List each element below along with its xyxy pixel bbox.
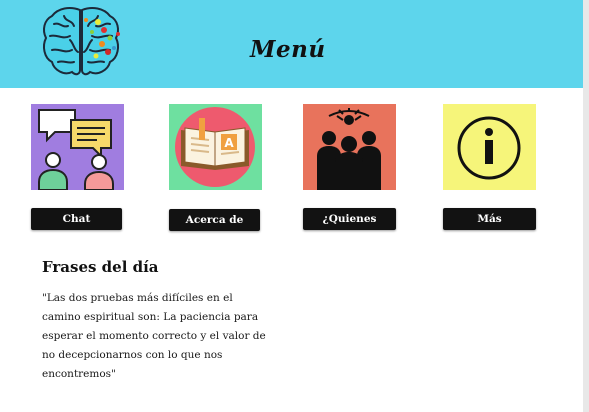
svg-text:A: A xyxy=(224,136,234,150)
info-icon[interactable] xyxy=(443,104,536,190)
phrases-title: Frases del día xyxy=(42,258,159,276)
window-edge xyxy=(583,0,589,412)
header-bar: Menú xyxy=(0,0,583,88)
book-icon[interactable]: A xyxy=(169,104,262,190)
acerca-de-button[interactable]: Acerca de xyxy=(169,209,260,231)
chat-button[interactable]: Chat xyxy=(31,208,122,230)
mas-informacion-button[interactable]: Más información xyxy=(443,208,536,247)
page-title: Menú xyxy=(250,36,326,63)
phrase-quote: "Las dos pruebas más difíciles en el cam… xyxy=(42,292,266,380)
team-icon[interactable] xyxy=(303,104,396,190)
chat-icon[interactable] xyxy=(31,104,124,190)
brain-icon[interactable] xyxy=(40,4,124,82)
quienes-somos-button[interactable]: ¿Quienes somos? xyxy=(303,208,396,247)
